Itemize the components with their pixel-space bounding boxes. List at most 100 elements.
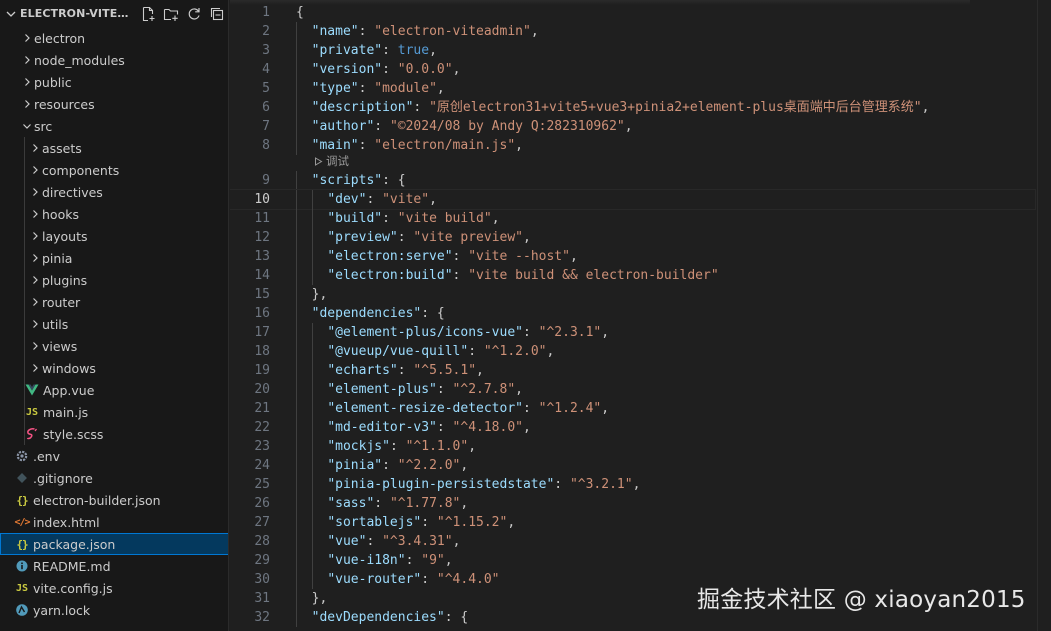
file-item[interactable]: {} package.json [0, 533, 228, 555]
folder-item[interactable]: components [0, 159, 228, 181]
folder-item[interactable]: views [0, 335, 228, 357]
code-line[interactable]: 21 "element-resize-detector": "^1.2.4", [230, 399, 1035, 418]
code-line[interactable]: 19 "echarts": "^5.5.1", [230, 361, 1035, 380]
chevron-right-icon[interactable] [28, 317, 42, 331]
chevron-right-icon[interactable] [20, 75, 34, 89]
code-line[interactable]: 11 "build": "vite build", [230, 209, 1035, 228]
code-line[interactable]: 18 "@vueup/vue-quill": "^1.2.0", [230, 342, 1035, 361]
punctuation: : [452, 249, 469, 264]
code-line[interactable]: 26 "sass": "^1.77.8", [230, 494, 1035, 513]
folder-item[interactable]: directives [0, 181, 228, 203]
file-item[interactable]: yarn.lock [0, 599, 228, 621]
code-line[interactable]: 8 "main": "electron/main.js", [230, 136, 1035, 155]
folder-item[interactable]: hooks [0, 203, 228, 225]
file-item[interactable]: {} electron-builder.json [0, 489, 228, 511]
code-line[interactable]: 10 "dev": "vite", [230, 189, 1036, 210]
chevron-right-icon[interactable] [28, 141, 42, 155]
folder-item[interactable]: plugins [0, 269, 228, 291]
folder-item[interactable]: node_modules [0, 49, 228, 71]
json-key: "sass" [327, 496, 375, 511]
code-line[interactable]: 15}, [230, 285, 1035, 304]
indent-guide [311, 532, 313, 551]
chevron-right-icon[interactable] [20, 53, 34, 67]
chevron-right-icon[interactable] [20, 31, 34, 45]
chevron-right-icon[interactable] [28, 229, 42, 243]
file-item[interactable]: JS vite.config.js [0, 577, 228, 599]
code-line[interactable]: 20 "element-plus": "^2.7.8", [230, 380, 1035, 399]
punctuation: , [436, 81, 445, 96]
code-line[interactable]: 4 "version": "0.0.0", [230, 60, 1035, 79]
code-line[interactable]: 7 "author": "©2024/08 by Andy Q:282310962… [230, 117, 1035, 136]
code-line[interactable]: 28 "vue": "^3.4.31", [230, 532, 1035, 551]
chevron-right-icon[interactable] [28, 163, 42, 177]
indent-guide [296, 399, 297, 418]
folder-item[interactable]: utils [0, 313, 228, 335]
chevron-right-icon[interactable] [28, 185, 42, 199]
vertical-scrollbar[interactable] [1037, 0, 1051, 631]
indent-guide [296, 117, 297, 136]
code-text: "electron:build": "vite build && electro… [327, 266, 718, 285]
line-number: 5 [262, 81, 270, 96]
code-editor[interactable]: 1{2 "name": "electron-viteadmin", 3 "privat… [230, 0, 1051, 631]
punctuation: , [429, 192, 437, 207]
file-item[interactable]: App.vue [0, 379, 228, 401]
code-line[interactable]: 13 "electron:serve": "vite --host", [230, 247, 1035, 266]
explorer-header[interactable]: ELECTRON-VITEADMIN [0, 0, 228, 27]
chevron-right-icon[interactable] [28, 251, 42, 265]
code-line[interactable]: 27 "sortablejs": "^1.15.2", [230, 513, 1035, 532]
code-line[interactable]: 5 "type": "module", [230, 79, 1035, 98]
code-text: "build": "vite build", [327, 209, 499, 228]
folder-item[interactable]: public [0, 71, 228, 93]
folder-item[interactable]: assets [0, 137, 228, 159]
folder-item[interactable]: layouts [0, 225, 228, 247]
code-line[interactable]: 22 "md-editor-v3": "^4.18.0", [230, 418, 1035, 437]
indent-guide [296, 209, 297, 228]
refresh-icon[interactable] [182, 4, 205, 24]
chevron-right-icon[interactable] [28, 207, 42, 221]
code-line[interactable]: 14 "electron:build": "vite build && elect… [230, 266, 1035, 285]
file-item[interactable]: </> index.html [0, 511, 228, 533]
chevron-right-icon[interactable] [28, 361, 42, 375]
indent-guide [24, 247, 25, 269]
collapse-all-icon[interactable] [205, 4, 228, 24]
folder-item[interactable]: router [0, 291, 228, 313]
codelens-debug[interactable]: 调试 [314, 153, 349, 169]
file-item[interactable]: style.scss [0, 423, 228, 445]
code-line[interactable]: 24 "pinia": "^2.2.0", [230, 456, 1035, 475]
code-line[interactable]: 1{ [230, 3, 1035, 22]
line-number: 26 [254, 496, 270, 511]
file-item[interactable]: JS main.js [0, 401, 228, 423]
code-line[interactable]: 17 "@element-plus/icons-vue": "^2.3.1", [230, 323, 1035, 342]
file-item[interactable]: README.md [0, 555, 228, 577]
code-line[interactable]: 9 "scripts": { [230, 171, 1035, 190]
folder-item[interactable]: resources [0, 93, 228, 115]
folder-item[interactable]: pinia [0, 247, 228, 269]
json-string: "^1.15.2" [436, 515, 508, 530]
json-string: "^5.5.1" [413, 363, 477, 378]
code-line[interactable]: 16 "dependencies": { [230, 304, 1035, 323]
code-text: }, [312, 285, 328, 304]
code-line[interactable]: 12 "preview": "vite preview", [230, 228, 1035, 247]
chevron-right-icon[interactable] [28, 273, 42, 287]
chevron-down-icon[interactable] [4, 7, 18, 21]
file-item[interactable]: .env [0, 445, 228, 467]
chevron-right-icon[interactable] [28, 295, 42, 309]
code-line[interactable]: 29 "vue-i18n": "9", [230, 551, 1035, 570]
code-line[interactable]: 3 "private": true, [230, 41, 1035, 60]
new-file-icon[interactable] [136, 4, 159, 24]
folder-item[interactable]: electron [0, 27, 228, 49]
chevron-right-icon[interactable] [28, 339, 42, 353]
folder-item[interactable]: src [0, 115, 228, 137]
code-line[interactable]: 23 "mockjs": "^1.1.0", [230, 437, 1035, 456]
file-item[interactable]: .gitignore [0, 467, 228, 489]
chevron-right-icon[interactable] [20, 97, 34, 111]
code-line[interactable]: 6 "description": "原创electron31+vite5+vue3… [230, 98, 1035, 117]
code-line[interactable]: 2 "name": "electron-viteadmin", [230, 22, 1035, 41]
folder-item[interactable]: windows [0, 357, 228, 379]
line-number: 6 [262, 100, 270, 115]
code-line[interactable]: 25 "pinia-plugin-persistedstate": "^3.2.1… [230, 475, 1035, 494]
json-string: "electron/main.js" [374, 138, 516, 153]
chevron-down-icon[interactable] [20, 119, 34, 133]
json-key: "echarts" [327, 363, 398, 378]
new-folder-icon[interactable] [159, 4, 182, 24]
